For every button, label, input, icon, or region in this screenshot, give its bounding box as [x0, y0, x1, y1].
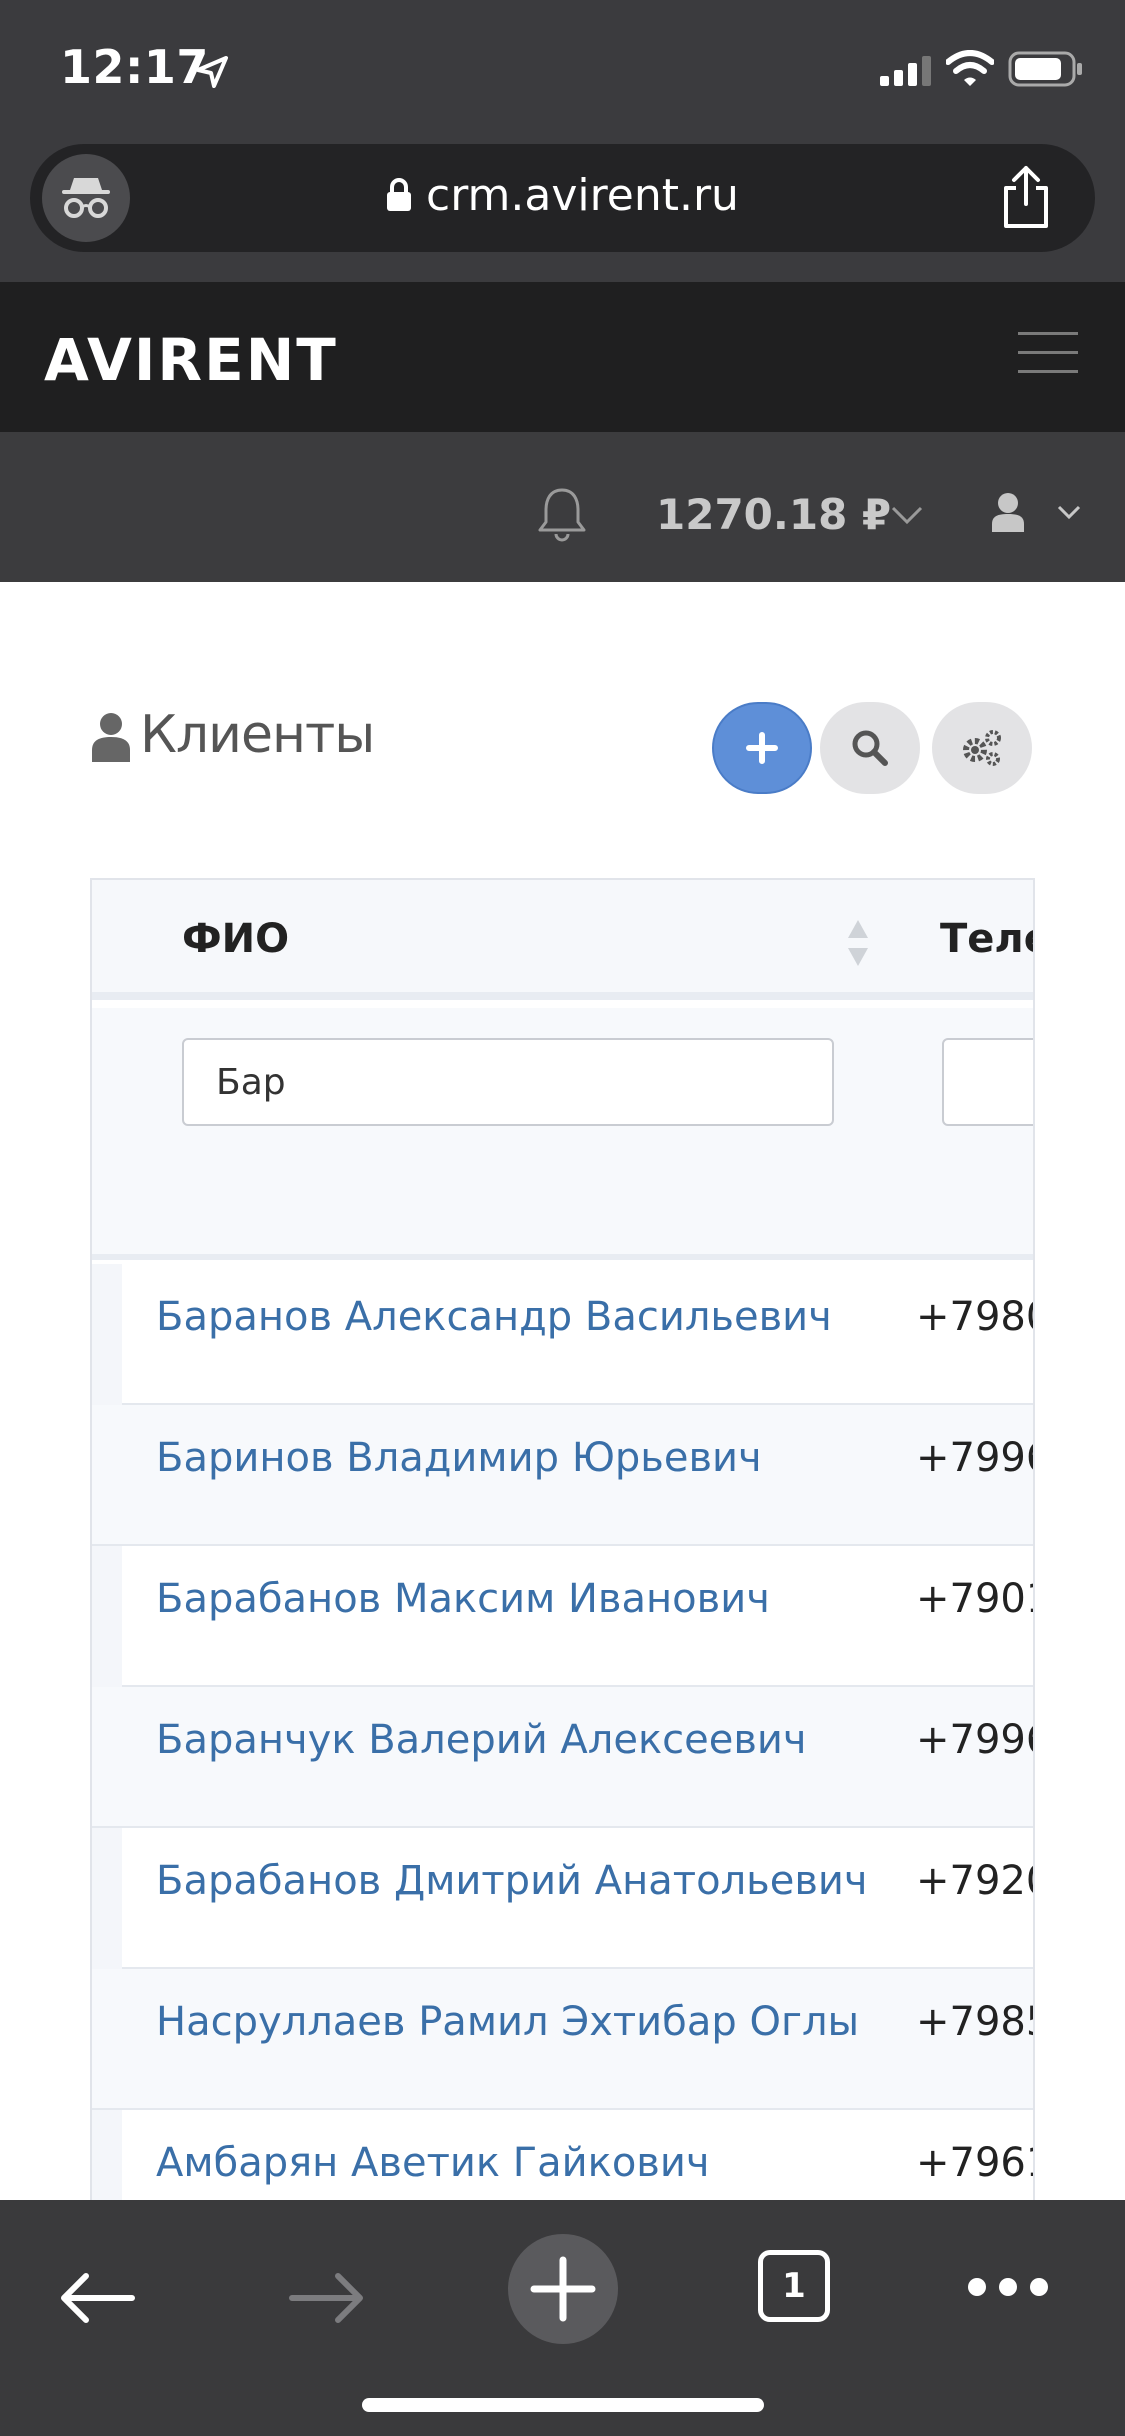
wifi-icon: [946, 50, 994, 86]
column-header-name[interactable]: ФИО: [182, 916, 289, 962]
chevron-down-icon[interactable]: [890, 504, 924, 526]
tabs-button[interactable]: 1: [758, 2250, 830, 2322]
client-phone: +7980: [916, 1294, 1033, 1340]
table-row[interactable]: Баранчук Валерий Алексеевич +7996: [92, 1687, 1033, 1828]
home-indicator[interactable]: [362, 2398, 764, 2412]
row-stripe: [92, 1546, 122, 1687]
client-phone: +7961: [916, 2140, 1033, 2186]
table-row[interactable]: Барабанов Дмитрий Анатольевич +7920: [92, 1828, 1033, 1969]
page-title: Клиенты: [140, 705, 375, 765]
status-time: 12:17: [60, 40, 209, 94]
chevron-down-icon[interactable]: [1056, 504, 1082, 522]
url-display[interactable]: crm.avirent.ru: [30, 170, 1095, 221]
row-stripe: [92, 2110, 122, 2200]
forward-arrow-icon[interactable]: [288, 2268, 368, 2328]
client-name-link[interactable]: Баранов Александр Васильевич: [156, 1294, 832, 1340]
more-icon[interactable]: [966, 2276, 1050, 2298]
gears-icon: [963, 730, 1001, 766]
status-bar: 12:17: [0, 0, 1125, 140]
client-name-link[interactable]: Насруллаев Рамил Эхтибар Оглы: [156, 1999, 859, 2045]
table-row[interactable]: Насруллаев Рамил Эхтибар Оглы +7985: [92, 1969, 1033, 2110]
hamburger-line: [1018, 351, 1078, 354]
client-phone: +7996: [916, 1717, 1033, 1763]
add-client-button[interactable]: [712, 702, 812, 794]
search-icon: [852, 730, 888, 766]
user-icon: [92, 713, 130, 762]
table-row[interactable]: Баранов Александр Васильевич +7980: [92, 1264, 1033, 1405]
client-phone: +7901: [916, 1576, 1033, 1622]
client-name-link[interactable]: Барабанов Дмитрий Анатольевич: [156, 1858, 868, 1904]
client-name-link[interactable]: Баринов Владимир Юрьевич: [156, 1435, 762, 1481]
row-stripe: [92, 1828, 122, 1969]
plus-icon: [746, 732, 778, 764]
back-arrow-icon[interactable]: [56, 2268, 136, 2328]
table-row[interactable]: Барабанов Максим Иванович +7901: [92, 1546, 1033, 1687]
column-header-phone[interactable]: Телефон: [940, 916, 1033, 962]
lock-icon: [387, 178, 412, 211]
table-body: Баранов Александр Васильевич +7980 Барин…: [92, 1264, 1033, 2200]
bell-icon[interactable]: [536, 486, 588, 542]
phone-filter-input[interactable]: [942, 1038, 1033, 1126]
url-text: crm.avirent.ru: [426, 170, 739, 221]
location-arrow-icon: [196, 56, 228, 88]
client-phone: +7920: [916, 1858, 1033, 1904]
client-phone: +7996: [916, 1435, 1033, 1481]
hamburger-line: [1018, 332, 1078, 335]
client-phone: +7985: [916, 1999, 1033, 2045]
table-row[interactable]: Баринов Владимир Юрьевич +7996: [92, 1405, 1033, 1546]
client-name-link[interactable]: Барабанов Максим Иванович: [156, 1576, 770, 1622]
balance-amount[interactable]: 1270.18 ₽: [656, 490, 891, 539]
browser-address-area: crm.avirent.ru: [0, 140, 1125, 282]
battery-icon: [1008, 51, 1082, 87]
settings-button[interactable]: [932, 702, 1032, 794]
new-tab-button[interactable]: [508, 2234, 618, 2344]
hamburger-line: [1018, 370, 1078, 373]
client-name-link[interactable]: Баранчук Валерий Алексеевич: [156, 1717, 807, 1763]
table-row[interactable]: Амбарян Аветик Гайкович +7961: [92, 2110, 1033, 2200]
site-header: AVIRENT: [0, 282, 1125, 432]
menu-toggle-button[interactable]: [1018, 332, 1078, 378]
user-icon[interactable]: [990, 492, 1026, 532]
sort-icon[interactable]: [844, 916, 872, 970]
cellular-signal-icon: [880, 56, 931, 86]
brand-logo[interactable]: AVIRENT: [44, 326, 338, 394]
client-name-link[interactable]: Амбарян Аветик Гайкович: [156, 2140, 710, 2186]
row-stripe: [92, 1264, 122, 1405]
clients-table: ФИО Телефон Баранов Александр Васильевич…: [90, 878, 1035, 2200]
table-header: ФИО Телефон: [92, 880, 1033, 1000]
name-filter-input[interactable]: [182, 1038, 834, 1126]
address-bar[interactable]: crm.avirent.ru: [30, 144, 1095, 252]
search-button[interactable]: [820, 702, 920, 794]
filter-row: [92, 1008, 1033, 1260]
share-icon[interactable]: [996, 164, 1056, 230]
plus-icon: [530, 2256, 596, 2322]
